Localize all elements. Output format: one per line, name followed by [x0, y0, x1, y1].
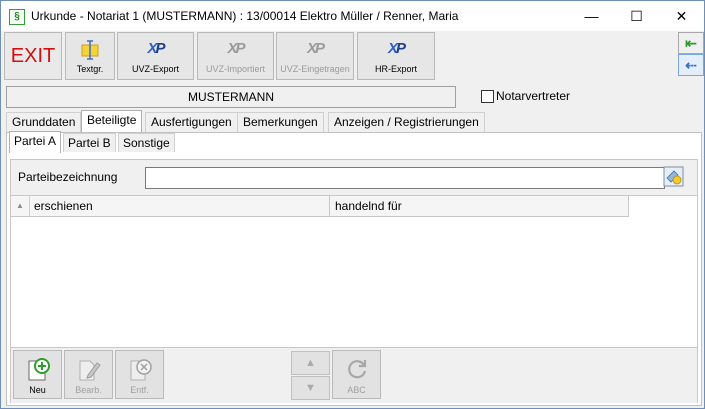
entf-label: Entf.	[130, 385, 149, 395]
notar-name-field: MUSTERMANN	[6, 86, 456, 108]
tab-beteiligte[interactable]: Beteiligte	[81, 110, 143, 133]
textgr-button[interactable]: Textgr.	[65, 32, 115, 80]
sort-indicator-icon[interactable]: ▲	[11, 196, 30, 216]
parteibezeichnung-input[interactable]	[145, 167, 665, 189]
bottom-toolbar: Neu Bearb. Entf. ▲ ▼ ABC	[11, 347, 697, 403]
entf-button[interactable]: Entf.	[115, 350, 164, 399]
arrow-out-icon[interactable]: ⇠	[678, 54, 704, 76]
uvz-importiert-button[interactable]: XP UVZ-Importiert	[197, 32, 274, 80]
delete-icon	[130, 359, 152, 381]
bearb-label: Bearb.	[75, 385, 102, 395]
xp-icon: XP	[387, 40, 406, 57]
title-bar: § Urkunde - Notariat 1 (MUSTERMANN) : 13…	[1, 1, 704, 31]
bearb-button[interactable]: Bearb.	[64, 350, 113, 399]
window-title: Urkunde - Notariat 1 (MUSTERMANN) : 13/0…	[31, 9, 459, 23]
abc-label: ABC	[347, 385, 366, 395]
xp-icon: XP	[306, 40, 325, 57]
tab-anzeigen-registrierungen[interactable]: Anzeigen / Registrierungen	[328, 112, 485, 132]
grid-header: ▲ erschienen handelnd für	[11, 196, 629, 217]
exit-label: EXIT	[10, 45, 56, 67]
lookup-icon[interactable]	[663, 166, 684, 187]
beteiligte-panel: Partei A Partei B Sonstige Parteibezeich…	[6, 131, 702, 406]
arrow-in-icon[interactable]: ⇤	[678, 32, 704, 54]
partei-panel: Parteibezeichnung ▲ erschienen handelnd …	[10, 159, 698, 403]
uvz-eingetragen-label: UVZ-Eingetragen	[280, 64, 350, 74]
column-erschienen[interactable]: erschienen	[29, 196, 330, 216]
notarvertreter-label: Notarvertreter	[496, 89, 571, 103]
close-button[interactable]: ✕	[659, 1, 704, 31]
neu-label: Neu	[29, 385, 46, 395]
text-block-icon	[81, 40, 99, 60]
uvz-export-button[interactable]: XP UVZ-Export	[117, 32, 194, 80]
add-document-icon	[28, 358, 50, 381]
app-icon: §	[9, 9, 25, 25]
hr-export-label: HR-Export	[374, 64, 417, 74]
refresh-icon	[347, 360, 366, 379]
notarvertreter-checkbox[interactable]	[481, 90, 494, 103]
hr-export-button[interactable]: XP HR-Export	[357, 32, 435, 80]
subtab-partei-a[interactable]: Partei A	[9, 131, 62, 153]
uvz-eingetragen-button[interactable]: XP UVZ-Eingetragen	[276, 32, 354, 80]
minimize-button[interactable]: —	[569, 1, 614, 31]
column-handelnd-fuer[interactable]: handelnd für	[330, 196, 629, 216]
tab-grunddaten[interactable]: Grunddaten	[6, 112, 82, 132]
move-up-button[interactable]: ▲	[291, 351, 330, 375]
abc-sort-button[interactable]: ABC	[332, 350, 381, 399]
tab-bemerkungen[interactable]: Bemerkungen	[237, 112, 324, 132]
uvz-importiert-label: UVZ-Importiert	[205, 64, 265, 74]
subtab-sonstige[interactable]: Sonstige	[118, 133, 175, 152]
tab-ausfertigungen[interactable]: Ausfertigungen	[145, 112, 238, 132]
edit-icon	[79, 360, 101, 381]
main-window: § Urkunde - Notariat 1 (MUSTERMANN) : 13…	[0, 0, 705, 409]
xp-icon: XP	[147, 40, 165, 57]
beteiligte-grid[interactable]: ▲ erschienen handelnd für	[11, 195, 697, 348]
parteibezeichnung-label: Parteibezeichnung	[18, 170, 118, 184]
maximize-button[interactable]: ☐	[614, 1, 659, 31]
xp-icon: XP	[227, 40, 245, 57]
exit-button[interactable]: EXIT	[4, 32, 62, 80]
move-down-button[interactable]: ▼	[291, 376, 330, 400]
subtab-partei-b[interactable]: Partei B	[63, 133, 116, 152]
textgr-label: Textgr.	[76, 64, 104, 74]
uvz-export-label: UVZ-Export	[131, 64, 179, 74]
neu-button[interactable]: Neu	[13, 350, 62, 399]
